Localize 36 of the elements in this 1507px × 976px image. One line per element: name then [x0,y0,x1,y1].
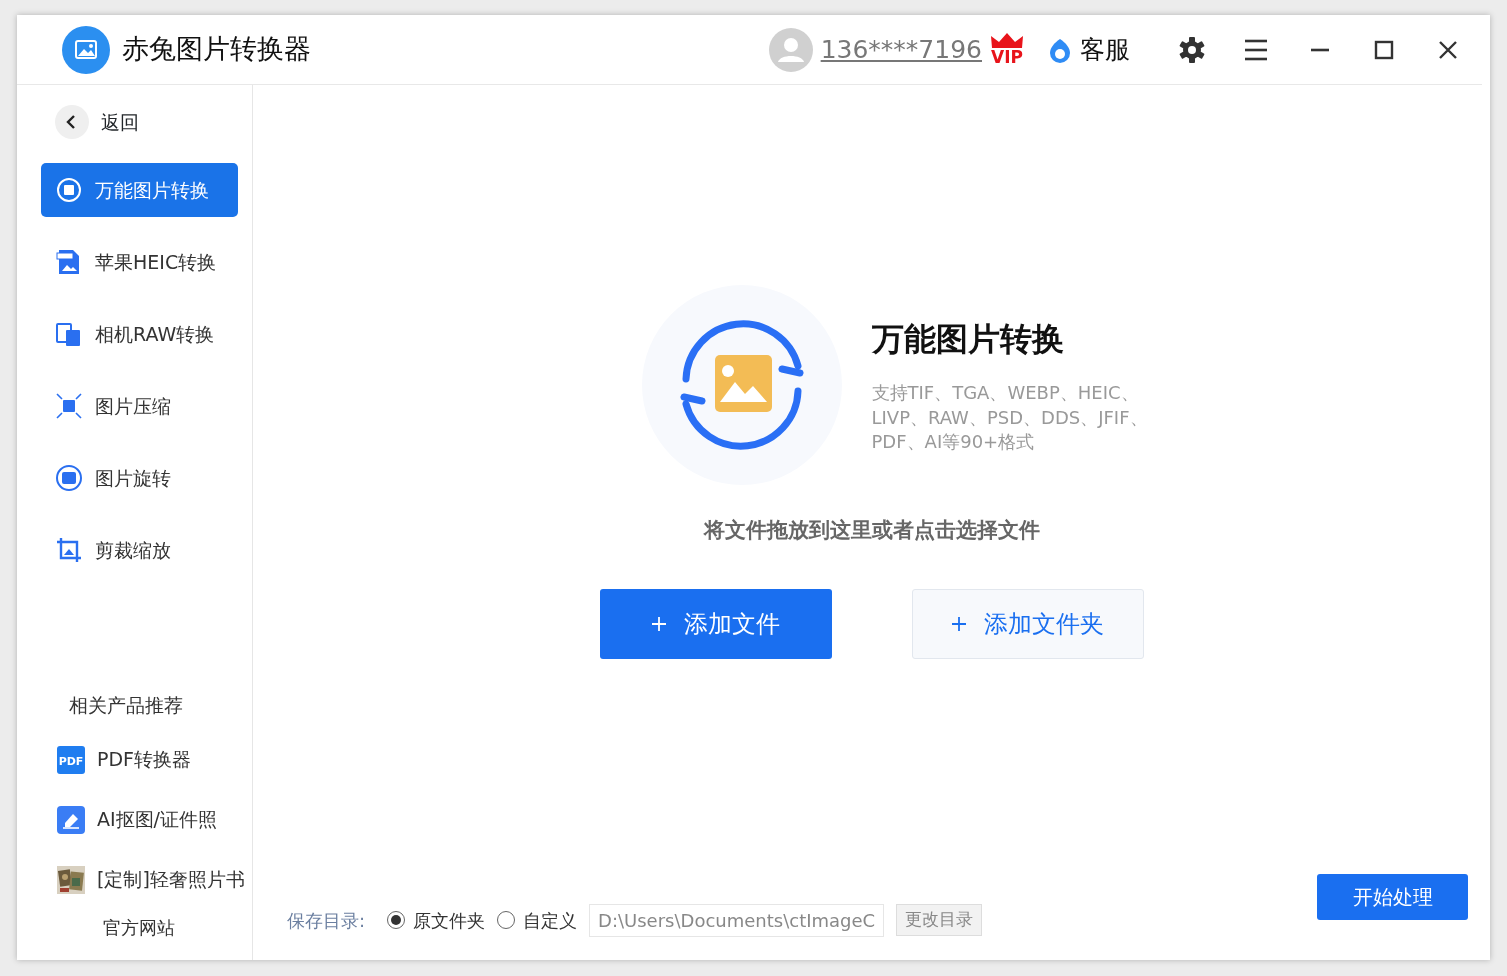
start-button[interactable]: 开始处理 [1317,874,1468,920]
feature-title: 万能图片转换 [871,319,1065,361]
product-link[interactable]: [定制]轻奢照片书 [41,849,252,910]
radio-option[interactable]: 自定义 [497,906,578,934]
avatar-icon [768,27,813,72]
path-field[interactable]: D:\Users\Documents\ctImageC [589,903,885,937]
app-logo-icon [62,25,110,74]
window-title: 赤兔图片转换器 [122,32,311,67]
add-file-button[interactable]: 添加文件 [599,588,832,659]
compress-icon [55,392,83,420]
sidebar-item[interactable]: 万能图片转换 [41,163,238,217]
vip-label: VIP [991,49,1023,66]
sidebar-item[interactable]: 图片压缩 [41,379,238,433]
sidebar-item[interactable]: 图片旋转 [41,451,238,505]
add-folder-button[interactable]: 添加文件夹 [911,588,1144,659]
format-description: 支持TIF、TGA、WEBP、HEIC、LIVP、RAW、PSD、DDS、JFIF、PDF、AI等90+格式 [871,381,1149,455]
support-button[interactable]: 客服 [1048,30,1130,69]
back-link[interactable]: 返回 [41,105,252,139]
section-heading: 相关产品推荐 [68,693,184,718]
sidebar-item[interactable]: 相机RAW转换 [41,307,238,361]
plus-icon [651,616,666,631]
account-link[interactable]: 136****7196 [820,30,982,69]
crop-icon [55,536,83,564]
sidebar-item[interactable]: 苹果HEIC转换 [41,235,238,289]
plus-icon [951,616,966,631]
crown-icon [990,33,1024,49]
save-directory-label: 保存目录: [287,908,366,933]
pdf-icon: PDF [57,745,85,774]
settings-icon[interactable] [1178,35,1206,64]
sidebar-item[interactable]: 剪裁缩放 [41,523,238,577]
drop-hint: 将文件拖放到这里或者点击选择文件 [703,517,1040,544]
product-link[interactable]: AI抠图/证件照 [41,789,252,850]
eraser-icon [57,805,85,834]
product-link[interactable]: PDF PDF转换器 [41,729,252,790]
website-link[interactable]: 官方网站 [41,913,252,941]
radio-option[interactable]: 原文件夹 [387,906,486,934]
